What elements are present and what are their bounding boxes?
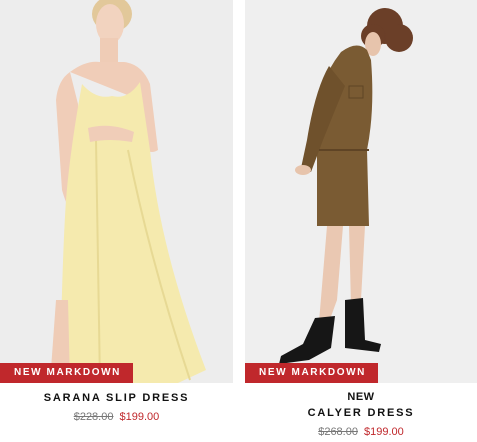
original-price: $268.00 xyxy=(318,426,358,438)
product-prices: $228.00 $199.00 xyxy=(0,409,233,425)
sale-price: $199.00 xyxy=(364,426,404,438)
sale-price: $199.00 xyxy=(119,411,160,423)
product-grid: NEW MARKDOWN SARANA SLIP DRESS $228.00 $… xyxy=(0,0,477,442)
product-prices: $268.00 $199.00 xyxy=(245,424,477,440)
model-photo-yellow-slip-dress xyxy=(0,0,233,383)
product-image-calyer[interactable]: NEW MARKDOWN xyxy=(245,0,477,383)
model-photo-olive-shirt-dress xyxy=(245,0,477,383)
product-card-calyer[interactable]: NEW MARKDOWN NEW CALYER DRESS $268.00 $1… xyxy=(245,0,477,440)
new-markdown-badge: NEW MARKDOWN xyxy=(245,363,378,383)
new-markdown-badge: NEW MARKDOWN xyxy=(0,363,133,383)
product-info: NEW CALYER DRESS $268.00 $199.00 xyxy=(245,383,477,440)
product-info: SARANA SLIP DRESS $228.00 $199.00 xyxy=(0,383,233,425)
product-name[interactable]: SARANA SLIP DRESS xyxy=(0,391,233,405)
product-name[interactable]: CALYER DRESS xyxy=(245,406,477,420)
product-image-sarana[interactable]: NEW MARKDOWN xyxy=(0,0,233,383)
product-card-sarana[interactable]: NEW MARKDOWN SARANA SLIP DRESS $228.00 $… xyxy=(0,0,233,425)
original-price: $228.00 xyxy=(73,411,114,423)
new-label: NEW xyxy=(347,391,375,403)
